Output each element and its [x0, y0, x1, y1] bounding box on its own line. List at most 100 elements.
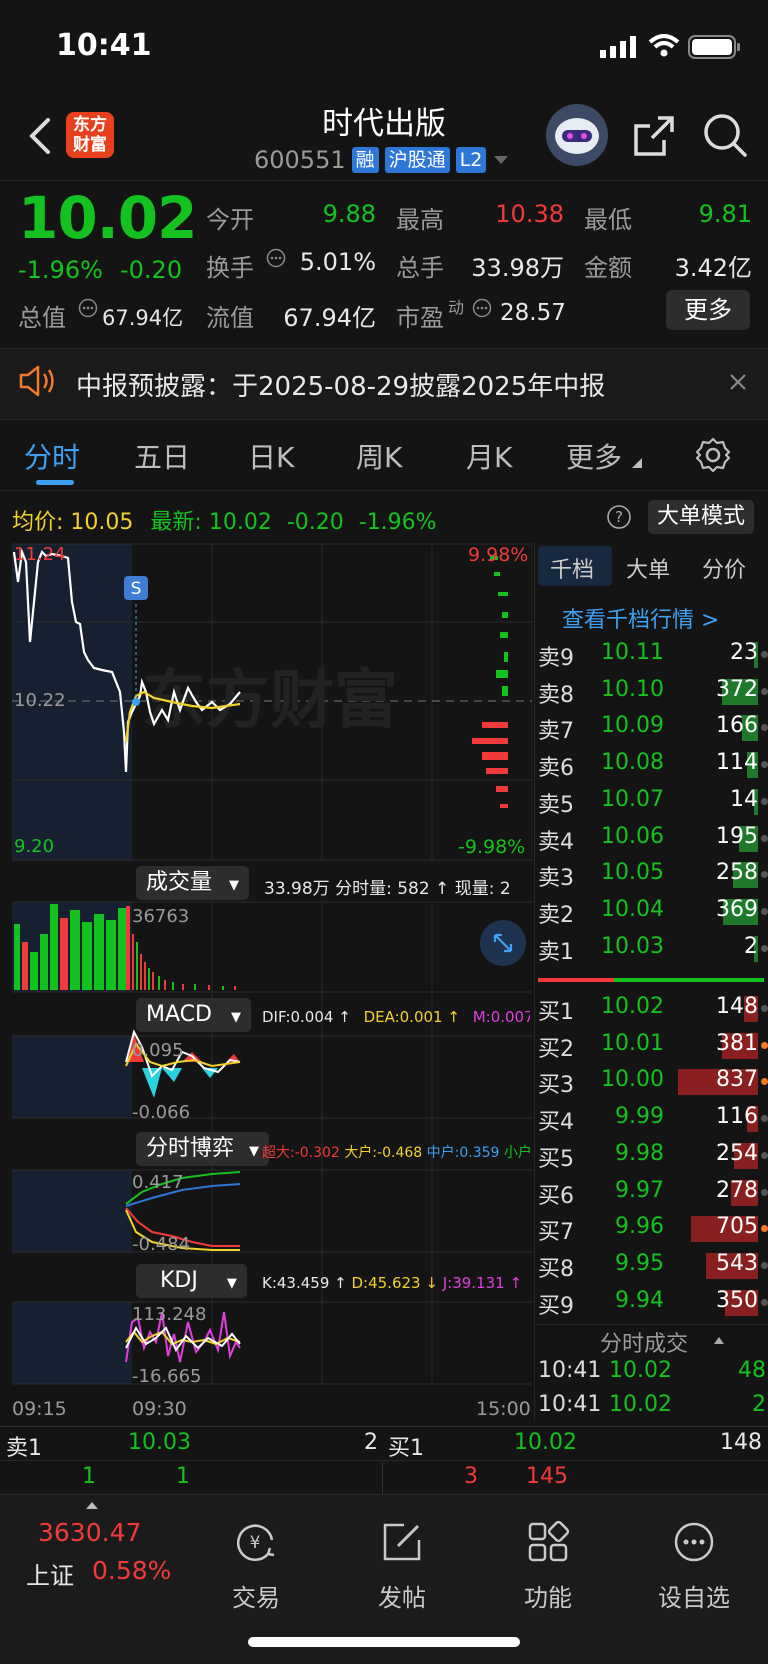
ask-row-7[interactable]: 卖3 10.05 258 [536, 858, 768, 892]
bq-bid-price: 10.02 [514, 1430, 577, 1455]
y-top-label: 11.24 [14, 544, 66, 565]
game-top: 0.417 [132, 1172, 184, 1193]
level-price: 9.94 [615, 1287, 664, 1313]
open-label: 今开 [206, 206, 254, 234]
divider [536, 1324, 768, 1325]
kdj-indicator-select[interactable]: KDJ ▼ [136, 1264, 247, 1298]
tab-post[interactable]: 发帖 [342, 1520, 462, 1613]
robot-avatar[interactable] [546, 104, 608, 166]
caret-down-icon: ▼ [229, 878, 240, 893]
bid-row-2[interactable]: 买2 10.01 381 [536, 1029, 768, 1063]
bq-ask-price: 10.03 [128, 1430, 191, 1455]
info-dots-icon[interactable] [266, 248, 286, 268]
y-mid-label: 10.22 [14, 690, 66, 711]
big-order-mode-button[interactable]: 大单模式 [648, 500, 754, 534]
index-name[interactable]: 上证 [26, 1556, 74, 1591]
ob-tab-byprice[interactable]: 分价 [702, 552, 746, 584]
share-icon[interactable] [632, 114, 676, 158]
level-price: 10.08 [601, 750, 664, 776]
gear-icon[interactable] [694, 436, 732, 474]
last-price: 10.02 [18, 184, 197, 252]
tab-functions[interactable]: 功能 [488, 1520, 608, 1613]
ask-row-2[interactable]: 卖8 10.10 372 [536, 675, 768, 709]
status-time: 10:41 [56, 28, 152, 63]
tab-more[interactable]: 更多 [566, 436, 622, 476]
ob-tab-bigorders[interactable]: 大单 [626, 552, 670, 584]
expand-button[interactable] [480, 920, 526, 966]
ask-row-9[interactable]: 卖1 10.03 2 [536, 932, 768, 966]
avg-value: 10.05 [70, 510, 134, 535]
level-label: 卖7 [538, 719, 574, 745]
ask-row-6[interactable]: 卖4 10.06 195 [536, 822, 768, 856]
level-price: 9.98 [615, 1140, 664, 1166]
ob-tab-depth[interactable]: 千档 [550, 552, 594, 584]
bid-row-3[interactable]: 买3 10.00 837 [536, 1065, 768, 1099]
tab-intraday[interactable]: 分时 [24, 436, 80, 476]
bq-bid-sub1: 3 [464, 1464, 478, 1489]
open-value: 9.88 [322, 200, 376, 228]
bid-row-7[interactable]: 买7 9.96 705 [536, 1212, 768, 1246]
level-label: 卖6 [538, 756, 574, 782]
tab-watchlist-label: 设自选 [658, 1584, 730, 1612]
level-price: 9.97 [615, 1177, 664, 1203]
level-dot [761, 1078, 768, 1086]
bid-row-8[interactable]: 买8 9.95 543 [536, 1249, 768, 1283]
bid-row-4[interactable]: 买4 9.99 116 [536, 1102, 768, 1136]
close-icon[interactable] [728, 372, 748, 392]
tab-functions-label: 功能 [524, 1584, 572, 1612]
volume-indicator-select[interactable]: 成交量 ▼ [136, 866, 250, 900]
help-icon[interactable]: ? [606, 504, 632, 530]
trades-label[interactable]: 分时成交 [600, 1326, 688, 1358]
marker-text: S [131, 579, 142, 599]
tab-trade[interactable]: ¥ 交易 [196, 1520, 316, 1613]
tab-daily-k[interactable]: 日K [248, 436, 294, 476]
view-depth-link[interactable]: 查看千档行情 > [562, 602, 719, 634]
info-dots-icon[interactable] [78, 298, 98, 318]
level-volume: 350 [716, 1287, 758, 1313]
tab-weekly-k[interactable]: 周K [356, 436, 402, 476]
level-price: 10.06 [601, 823, 664, 849]
tab-5day[interactable]: 五日 [134, 436, 190, 476]
bq-ask-sub1: 1 [82, 1464, 96, 1489]
low-label: 最低 [584, 206, 632, 234]
more-button[interactable]: 更多 [666, 290, 750, 330]
level-dot [761, 1225, 768, 1233]
pct-bot-label: -9.98% [458, 836, 526, 858]
macd-indicator-select[interactable]: MACD ▼ [136, 998, 251, 1032]
search-icon[interactable] [702, 112, 748, 158]
info-dots-icon[interactable] [472, 298, 492, 318]
bid-row-6[interactable]: 买6 9.97 278 [536, 1176, 768, 1210]
tab-watchlist[interactable]: 设自选 [634, 1520, 754, 1613]
game-indicator-select[interactable]: 分时博弈 ▼ [136, 1132, 270, 1166]
bid-row-1[interactable]: 买1 10.02 148 [536, 992, 768, 1026]
level-price: 9.96 [615, 1214, 664, 1240]
ask-row-5[interactable]: 卖5 10.07 14 [536, 785, 768, 819]
trade-price: 10.02 [609, 1358, 672, 1383]
change-percent: -1.96% [18, 256, 103, 284]
tab-monthly-k[interactable]: 月K [466, 436, 512, 476]
premarket-shade [12, 1170, 132, 1252]
level-dot [761, 761, 768, 769]
stock-code-line[interactable]: 600551 融 沪股通 L2 [254, 146, 510, 174]
bid-row-5[interactable]: 买5 9.98 254 [536, 1139, 768, 1173]
ask-row-8[interactable]: 卖2 10.04 369 [536, 895, 768, 929]
level-volume: 116 [716, 1104, 758, 1130]
level-price: 9.99 [615, 1104, 664, 1130]
level-dot [761, 797, 768, 805]
index-pct[interactable]: 0.58% [92, 1556, 171, 1585]
level-volume: 837 [716, 1067, 758, 1093]
mktcap-value: 67.94亿 [102, 306, 184, 330]
index-value[interactable]: 3630.47 [38, 1518, 141, 1547]
amount-label: 金额 [584, 254, 632, 282]
macd-bot: -0.066 [132, 1102, 191, 1123]
bid-row-9[interactable]: 买9 9.94 350 [536, 1286, 768, 1320]
level-dot [761, 834, 768, 842]
avg-info-line: 均价: 10.05 最新: 10.02 -0.20 -1.96% [12, 504, 437, 536]
ask-row-1[interactable]: 卖9 10.11 23 [536, 638, 768, 672]
macd-m: M:0.007 ↓ [472, 1008, 530, 1026]
ask-row-3[interactable]: 卖7 10.09 166 [536, 711, 768, 745]
level-dot [761, 1298, 768, 1306]
macd-dif: DIF:0.004 ↑ [262, 1008, 351, 1026]
kdj-values: K:43.459 ↑ D:45.623 ↓ J:39.131 ↑ [262, 1274, 530, 1292]
ask-row-4[interactable]: 卖6 10.08 114 [536, 748, 768, 782]
